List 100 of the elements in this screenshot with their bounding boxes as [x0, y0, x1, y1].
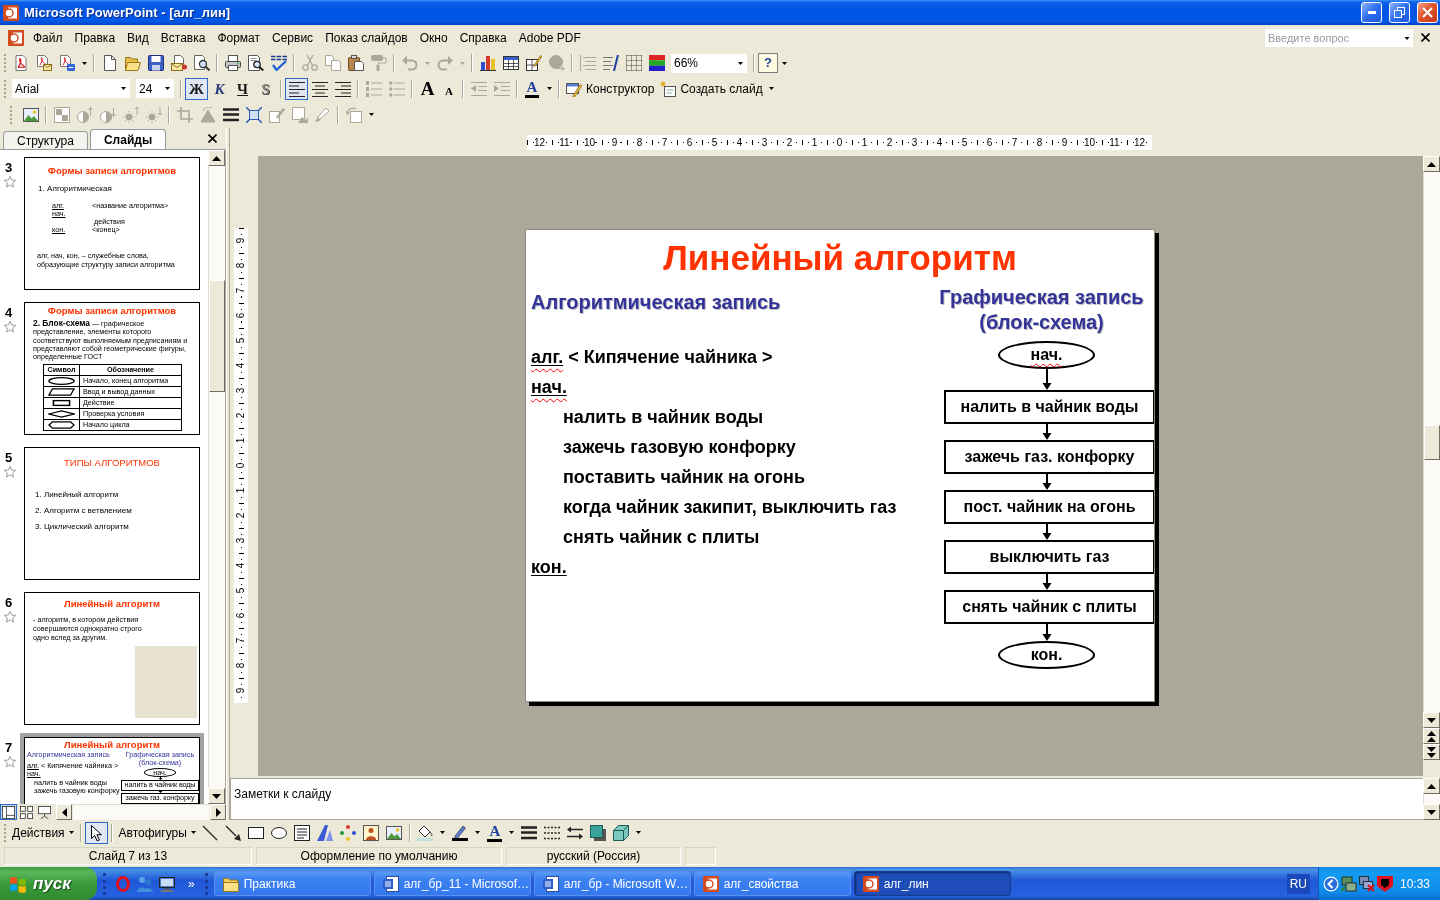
dash-lines-icon[interactable] [544, 824, 561, 841]
double-arrow-icon[interactable] [567, 824, 584, 841]
printer-icon[interactable] [224, 55, 241, 71]
dropdown-caret-icon[interactable] [1401, 28, 1413, 47]
presentation-icon[interactable] [8, 29, 24, 46]
restore-button[interactable] [1389, 2, 1410, 23]
scroll-up-button[interactable] [1423, 156, 1440, 172]
slide-thumbnail[interactable]: ТИПЫ АЛГОРИТМОВ 1. Линейный алгоритм 2. Алгоритм с ветвлением 3. Циклический алгоритм [24, 447, 200, 580]
caret-icon[interactable] [368, 113, 374, 116]
caret-icon[interactable] [546, 87, 552, 90]
menu-item[interactable]: Окно [413, 28, 454, 47]
menu-item[interactable]: Adobe PDF [512, 28, 587, 47]
close-icon[interactable] [208, 134, 217, 143]
language-indicator[interactable]: RU [1286, 873, 1310, 894]
caret-icon[interactable] [738, 61, 743, 65]
font-name-field[interactable]: Arial [12, 79, 130, 98]
shrink-font-button[interactable]: A [439, 77, 459, 100]
scroll-down-button[interactable] [1423, 804, 1440, 820]
scroll-up-button[interactable] [1423, 778, 1440, 794]
caret-icon[interactable] [769, 87, 775, 90]
scroll-down-button[interactable] [208, 788, 225, 804]
mail-icon[interactable] [170, 55, 187, 71]
taskbar-button[interactable]: алг_бр_11 - Microsof… [373, 871, 531, 896]
menu-button[interactable]: Автофигуры [115, 821, 199, 844]
pointer-button[interactable] [84, 821, 108, 844]
menu-button[interactable]: Действия [9, 821, 77, 844]
picture-icon[interactable] [386, 824, 403, 841]
help-button[interactable]: ? [758, 53, 778, 73]
previous-slide-button[interactable] [1423, 728, 1440, 744]
picture-icon[interactable] [22, 106, 39, 123]
bold-button[interactable]: Ж [185, 77, 208, 100]
zoom-field[interactable]: 66% [671, 53, 747, 73]
folder-icon[interactable] [124, 55, 141, 71]
font-color-button[interactable]: A [521, 77, 543, 100]
dot-ring-icon[interactable] [340, 824, 357, 841]
monitor-icon[interactable] [159, 875, 175, 892]
table-icon[interactable] [502, 55, 519, 71]
grid-icon[interactable] [625, 55, 642, 71]
scrollbar-thumb[interactable] [209, 280, 225, 392]
caret-icon[interactable] [509, 831, 515, 834]
taskbar-button[interactable]: алг_бр - Microsoft W… [533, 871, 691, 896]
start-button[interactable]: пуск [0, 867, 97, 900]
grow-font-button[interactable]: A [416, 77, 439, 100]
caret-icon[interactable] [165, 87, 170, 90]
styled-text-icon[interactable] [317, 824, 334, 841]
close-icon[interactable] [1421, 33, 1430, 42]
search-icon[interactable] [193, 55, 210, 71]
scrollbar-thumb[interactable] [1424, 425, 1440, 460]
caret-icon[interactable] [81, 61, 87, 65]
arrow-icon[interactable] [225, 824, 242, 841]
color-bars-icon[interactable] [648, 55, 665, 71]
menu-item[interactable]: Вид [121, 28, 155, 47]
chevron-left-icon[interactable] [1323, 875, 1339, 892]
slide-show-button[interactable] [36, 804, 53, 820]
menu-item[interactable]: Вставка [154, 28, 212, 47]
normal-view-button[interactable] [0, 804, 17, 820]
taskbar-button[interactable]: алг_лин [853, 871, 1011, 896]
tab[interactable]: Слайды [89, 129, 167, 149]
bar-chart-icon[interactable] [479, 55, 496, 71]
font-color-button[interactable]: A [483, 821, 506, 844]
network-icon[interactable] [1341, 875, 1357, 892]
pdf-review-icon[interactable] [58, 55, 75, 71]
menu-item[interactable]: Справка [453, 28, 513, 47]
taskbar-button[interactable]: Практика [213, 871, 371, 896]
rectangle-icon[interactable] [248, 824, 265, 841]
underline-button[interactable]: Ч [231, 77, 254, 100]
slide-sorter-button[interactable] [18, 804, 35, 820]
save-icon[interactable] [147, 55, 164, 71]
tab[interactable]: Структура [3, 131, 88, 149]
cube-icon[interactable] [613, 824, 630, 841]
caret-icon[interactable] [636, 831, 642, 834]
network-error-icon[interactable] [1359, 875, 1375, 892]
next-slide-button[interactable] [1423, 744, 1440, 760]
text-box-icon[interactable] [294, 824, 311, 841]
menu-item[interactable]: Файл [27, 28, 69, 47]
print-preview-icon[interactable] [247, 55, 264, 71]
pen-color-icon[interactable] [452, 824, 469, 841]
caret-icon[interactable] [475, 831, 481, 834]
minimize-button[interactable] [1361, 2, 1382, 23]
fill-bucket-icon[interactable] [417, 824, 434, 841]
help-search-field[interactable]: Введите вопрос [1265, 28, 1401, 47]
spelling-check-icon[interactable] [270, 55, 287, 71]
scroll-right-button[interactable] [210, 804, 226, 820]
line-style-icon[interactable] [222, 106, 239, 123]
line-icon[interactable] [202, 824, 219, 841]
caret-icon[interactable] [781, 61, 787, 65]
pdf-mail-icon[interactable] [35, 55, 52, 71]
paste-icon[interactable] [347, 55, 364, 71]
menu-item[interactable]: Правка [68, 28, 122, 47]
quick-launch-more[interactable]: » [178, 876, 199, 891]
notes-field[interactable]: Заметки к слайду [230, 778, 1423, 820]
figure-frame-icon[interactable] [363, 824, 380, 841]
scroll-down-button[interactable] [1423, 712, 1440, 728]
new-page-icon[interactable] [101, 55, 118, 71]
design-button[interactable]: Конструктор [563, 77, 658, 100]
new-slide-button[interactable]: Создать слайд [657, 77, 766, 100]
font-size-field[interactable]: 24 [136, 79, 174, 98]
scroll-up-button[interactable] [208, 150, 225, 166]
menu-item[interactable]: Формат [211, 28, 267, 47]
menu-item[interactable]: Сервис [266, 28, 320, 47]
